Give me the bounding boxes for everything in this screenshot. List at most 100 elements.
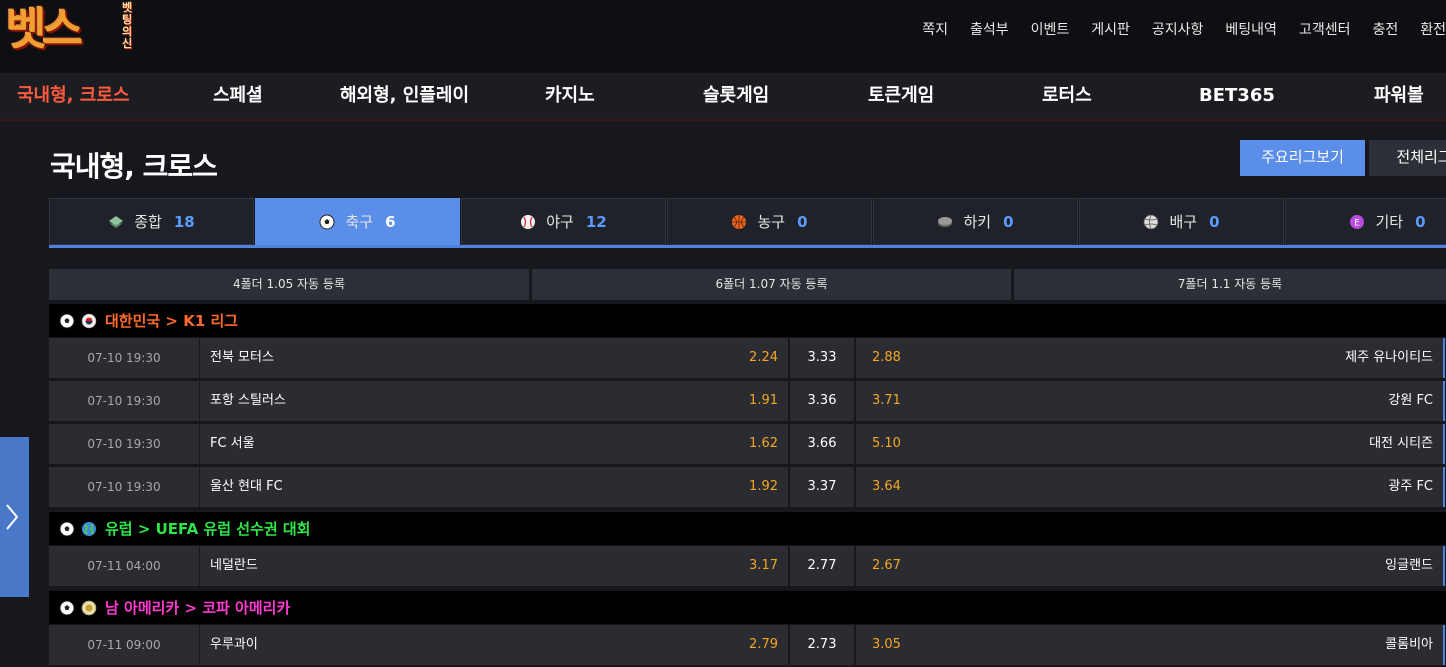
- away-team: 제주 유나이티드: [1345, 350, 1433, 365]
- main-nav: 국내형, 크로스 스페셜 해외형, 인플레이 카지노 슬롯게임 토큰게임 로터스…: [0, 73, 1446, 121]
- away-team: 잉글랜드: [1385, 558, 1433, 573]
- match-row: 07-11 09:00 우루과이 2.79 2.73 3.05 콜롬비아: [49, 625, 1446, 665]
- nav-special[interactable]: 스페셜: [213, 73, 263, 119]
- tab-volleyball[interactable]: 배구 0: [1079, 198, 1284, 245]
- home-odds-button[interactable]: 울산 현대 FC 1.92: [200, 467, 788, 507]
- away-odds-button[interactable]: 5.10 대전 시티즌: [856, 424, 1445, 464]
- draw-odds-button[interactable]: 2.77: [790, 546, 854, 586]
- home-odd: 1.92: [749, 479, 778, 494]
- tab-count: 18: [173, 212, 195, 231]
- nav-bet365[interactable]: BET365: [1199, 73, 1275, 119]
- nav-token-game[interactable]: 토큰게임: [868, 73, 934, 119]
- away-odd: 5.10: [872, 436, 901, 451]
- folder-bonus-7[interactable]: 7폴더 1.1 자동 등록: [1014, 269, 1446, 300]
- home-odds-button[interactable]: 포항 스틸러스 1.91: [200, 381, 788, 421]
- away-team: 대전 시티즌: [1369, 436, 1433, 451]
- home-team: 울산 현대 FC: [210, 479, 283, 494]
- top-menu-board[interactable]: 게시판: [1091, 18, 1130, 42]
- draw-odds-button[interactable]: 3.36: [790, 381, 854, 421]
- tab-soccer[interactable]: 축구 6: [255, 198, 460, 245]
- tab-all-sports[interactable]: 종합 18: [49, 198, 254, 245]
- tab-etc[interactable]: E 기타 0: [1285, 198, 1446, 245]
- home-odd: 2.79: [749, 637, 778, 652]
- top-menu-attendance[interactable]: 출석부: [970, 18, 1009, 42]
- tab-hockey[interactable]: 하키 0: [873, 198, 1078, 245]
- home-odds-button[interactable]: 전북 모터스 2.24: [200, 338, 788, 378]
- basketball-icon: [732, 214, 747, 229]
- folder-bonus-bar: 4폴더 1.05 자동 등록 6폴더 1.07 자동 등록 7폴더 1.1 자동…: [49, 269, 1446, 300]
- league-name: 대한민국 > K1 리그: [105, 312, 239, 330]
- league-header: 대한민국 > K1 리그: [49, 304, 1446, 337]
- top-menu-bet-history[interactable]: 베팅내역: [1225, 18, 1277, 42]
- soccer-ball-icon: [59, 600, 75, 615]
- hockey-puck-icon: [938, 216, 953, 227]
- draw-odds-button[interactable]: 3.37: [790, 467, 854, 507]
- away-odds-button[interactable]: 2.88 제주 유나이티드: [856, 338, 1445, 378]
- home-odd: 1.62: [749, 436, 778, 451]
- top-menu-event[interactable]: 이벤트: [1031, 18, 1070, 42]
- nav-lotus[interactable]: 로터스: [1042, 73, 1092, 119]
- league-name: 남 아메리카 > 코파 아메리카: [105, 599, 291, 617]
- major-league-button[interactable]: 주요리그보기: [1240, 140, 1365, 176]
- home-odd: 1.91: [749, 393, 778, 408]
- home-odds-button[interactable]: FC 서울 1.62: [200, 424, 788, 464]
- match-row: 07-10 19:30 울산 현대 FC 1.92 3.37 3.64 광주 F…: [49, 467, 1446, 507]
- top-menu-withdraw[interactable]: 환전: [1420, 18, 1446, 42]
- tab-label: 하키: [963, 213, 992, 231]
- all-league-button[interactable]: 전체리그: [1369, 140, 1446, 176]
- away-odds-button[interactable]: 3.05 콜롬비아: [856, 625, 1445, 665]
- soccer-ball-icon: [59, 313, 75, 328]
- top-menu-deposit[interactable]: 충전: [1372, 18, 1398, 42]
- match-time: 07-11 04:00: [49, 546, 199, 586]
- nav-casino[interactable]: 카지노: [545, 73, 595, 119]
- draw-odds-button[interactable]: 3.33: [790, 338, 854, 378]
- home-odd: 3.17: [749, 558, 778, 573]
- away-odds-button[interactable]: 3.64 광주 FC: [856, 467, 1445, 507]
- home-team: 네덜란드: [210, 558, 258, 573]
- away-odd: 3.64: [872, 479, 901, 494]
- tab-count: 0: [797, 212, 808, 231]
- korea-flag-icon: [81, 313, 97, 328]
- draw-odds-button[interactable]: 3.66: [790, 424, 854, 464]
- away-odd: 2.88: [872, 350, 901, 365]
- home-odds-button[interactable]: 우루과이 2.79: [200, 625, 788, 665]
- logo-text: 벳스: [6, 4, 83, 55]
- tab-count: 0: [1415, 212, 1426, 231]
- nav-domestic-cross[interactable]: 국내형, 크로스: [17, 73, 129, 119]
- tab-baseball[interactable]: 야구 12: [461, 198, 666, 245]
- draw-odds-button[interactable]: 2.73: [790, 625, 854, 665]
- league-header: 남 아메리카 > 코파 아메리카: [49, 591, 1446, 624]
- top-menu: 쪽지 출석부 이벤트 게시판 공지사항 베팅내역 고객센터 충전 환전: [900, 18, 1446, 42]
- sport-tabs: 종합 18 축구 6 야구 12 농구 0 하키 0 배구 0 E 기타 0: [49, 198, 1446, 248]
- folder-bonus-4[interactable]: 4폴더 1.05 자동 등록: [49, 269, 529, 300]
- tab-count: 0: [1003, 212, 1014, 231]
- away-team: 콜롬비아: [1385, 637, 1433, 652]
- site-logo[interactable]: 벳스 벳팅의신: [4, 0, 144, 66]
- away-odd: 2.67: [872, 558, 901, 573]
- tab-count: 6: [385, 212, 396, 231]
- match-row: 07-10 19:30 포항 스틸러스 1.91 3.36 3.71 강원 FC: [49, 381, 1446, 421]
- nav-powerball[interactable]: 파워볼: [1374, 73, 1424, 119]
- globe-icon: [82, 521, 96, 536]
- copa-america-icon: [81, 600, 97, 615]
- tab-count: 0: [1209, 212, 1220, 231]
- nav-slot[interactable]: 슬롯게임: [703, 73, 769, 119]
- betslip-toggle[interactable]: [0, 437, 29, 597]
- away-odds-button[interactable]: 3.71 강원 FC: [856, 381, 1445, 421]
- tab-basketball[interactable]: 농구 0: [667, 198, 872, 245]
- folder-bonus-6[interactable]: 6폴더 1.07 자동 등록: [532, 269, 1011, 300]
- volleyball-icon: [1144, 214, 1159, 229]
- match-row: 07-11 04:00 네덜란드 3.17 2.77 2.67 잉글랜드: [49, 546, 1446, 586]
- away-odds-button[interactable]: 2.67 잉글랜드: [856, 546, 1445, 586]
- nav-overseas-inplay[interactable]: 해외형, 인플레이: [340, 73, 469, 119]
- top-menu-message[interactable]: 쪽지: [922, 18, 948, 42]
- tab-label: 종합: [134, 213, 162, 231]
- away-odd: 3.05: [872, 637, 901, 652]
- top-menu-notice[interactable]: 공지사항: [1152, 18, 1204, 42]
- soccer-ball-icon: [319, 214, 335, 229]
- page-title: 국내형, 크로스: [50, 150, 218, 183]
- match-time: 07-11 09:00: [49, 625, 199, 665]
- home-team: 포항 스틸러스: [210, 393, 286, 408]
- home-odds-button[interactable]: 네덜란드 3.17: [200, 546, 788, 586]
- top-menu-support[interactable]: 고객센터: [1299, 18, 1351, 42]
